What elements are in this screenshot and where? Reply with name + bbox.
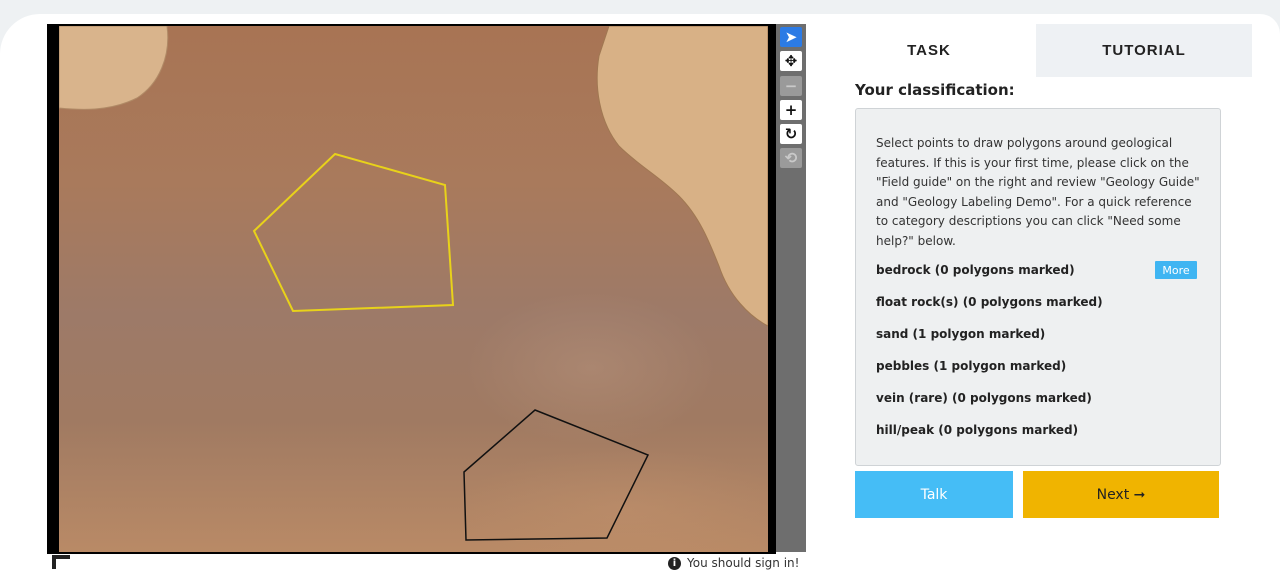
reset-icon[interactable]: ⟲ bbox=[780, 148, 802, 168]
choice-hill-peak[interactable]: hill/peak (0 polygons marked) bbox=[876, 423, 1078, 437]
drawing-canvas bbox=[59, 26, 768, 541]
rotate-icon[interactable]: ↻ bbox=[780, 124, 802, 144]
choice-sand[interactable]: sand (1 polygon marked) bbox=[876, 327, 1045, 341]
classification-title: Your classification: bbox=[855, 81, 1015, 99]
signin-notice: i You should sign in! bbox=[668, 556, 799, 570]
zoom-in-icon[interactable]: + bbox=[780, 100, 802, 120]
choice-vein[interactable]: vein (rare) (0 polygons marked) bbox=[876, 391, 1092, 405]
next-button[interactable]: Next ➞ bbox=[1023, 471, 1219, 518]
task-instructions: Select points to draw polygons around ge… bbox=[876, 136, 1200, 248]
talk-button[interactable]: Talk bbox=[855, 471, 1013, 518]
choice-bedrock[interactable]: bedrock (0 polygons marked) bbox=[876, 263, 1075, 277]
rock-top-right bbox=[596, 26, 768, 327]
task-panel: TASK TUTORIAL Your classification: Selec… bbox=[822, 24, 1252, 560]
tab-tutorial[interactable]: TUTORIAL bbox=[1036, 24, 1252, 77]
viewer-toolbar: ➤ ✥ − + ↻ ⟲ bbox=[776, 24, 806, 552]
grid-icon[interactable] bbox=[52, 555, 70, 569]
zoom-out-icon[interactable]: − bbox=[780, 76, 802, 96]
subject-image[interactable] bbox=[59, 26, 768, 552]
choice-float-rock[interactable]: float rock(s) (0 polygons marked) bbox=[876, 295, 1103, 309]
choice-pebbles[interactable]: pebbles (1 polygon marked) bbox=[876, 359, 1066, 373]
info-icon: i bbox=[668, 556, 681, 570]
task-box: Select points to draw polygons around ge… bbox=[855, 108, 1221, 466]
cursor-icon[interactable]: ➤ bbox=[780, 27, 802, 47]
tab-task[interactable]: TASK bbox=[822, 24, 1036, 77]
signin-text: You should sign in! bbox=[687, 556, 800, 570]
rock-top-left bbox=[59, 26, 169, 110]
move-icon[interactable]: ✥ bbox=[780, 51, 802, 71]
pebbles-polygon bbox=[463, 409, 650, 541]
sand-polygon bbox=[252, 152, 455, 313]
more-button[interactable]: More bbox=[1155, 261, 1197, 279]
